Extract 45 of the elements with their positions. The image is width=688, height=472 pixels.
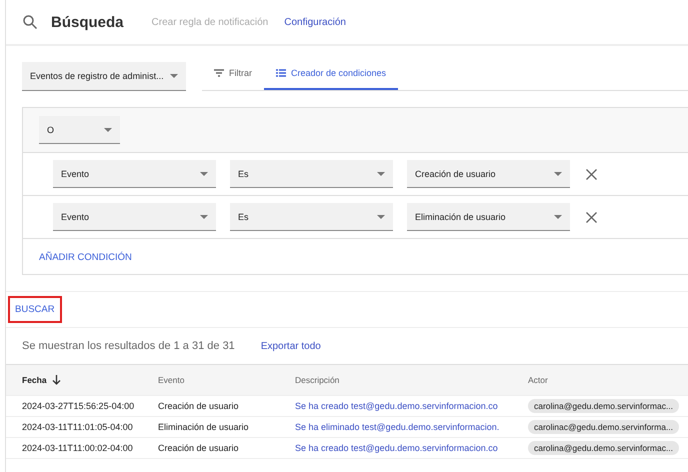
close-icon [586, 168, 597, 180]
description-link[interactable]: Se ha creado test@gedu.demo.servinformacion.co [295, 443, 498, 453]
table-cell: 2024-03-11T11:01:05-04:00 [22, 422, 133, 432]
add-condition-button[interactable]: AÑADIR CONDICIÓN [39, 249, 132, 266]
condition-dropdown[interactable]: Creación de usuario [407, 160, 570, 188]
header-link[interactable]: Configuración [284, 16, 346, 28]
column-header: Actor [528, 375, 548, 385]
dropdown-caret-icon [104, 128, 112, 132]
table-cell: Creación de usuario [158, 443, 239, 453]
table-cell: 2024-03-11T11:00:02-04:00 [22, 443, 133, 453]
export-link[interactable]: Exportar todo [260, 340, 321, 352]
actor-chip[interactable]: carolina@gedu.demo.servinformac... [528, 441, 680, 455]
search-icon [23, 15, 37, 29]
tab[interactable]: Creador de condiciones [264, 62, 398, 90]
dropdown-caret-icon [377, 214, 385, 218]
search-button[interactable]: BUSCAR [10, 298, 60, 321]
condition-dropdown[interactable]: Es [230, 203, 393, 231]
actor-chip[interactable]: carolinac@gedu.demo.servinforma... [528, 420, 680, 434]
dropdown-caret-icon [554, 214, 562, 218]
filter-icon [214, 69, 224, 77]
condition-dropdown[interactable]: Es [230, 160, 393, 188]
description-link[interactable]: Se ha eliminado test@gedu.demo.servinformacion. [295, 422, 500, 432]
dropdown-caret-icon [554, 172, 562, 176]
description-link[interactable]: Se ha creado test@gedu.demo.servinformacion.co [295, 401, 498, 411]
dropdown-caret-icon [200, 172, 208, 176]
table-cell: Creación de usuario [158, 401, 239, 411]
operator-dropdown[interactable]: O [39, 116, 120, 144]
list-icon [276, 69, 286, 77]
table-cell: Eliminación de usuario [158, 422, 249, 432]
column-header[interactable]: Fecha [22, 375, 47, 385]
dropdown-caret-icon [170, 74, 178, 78]
condition-dropdown[interactable]: Evento [53, 203, 216, 231]
column-header: Descripción [295, 375, 340, 385]
condition-dropdown[interactable]: Evento [53, 160, 216, 188]
page-title: Búsqueda [51, 14, 124, 30]
condition-dropdown[interactable]: Eliminación de usuario [407, 203, 570, 231]
table-cell: 2024-03-27T15:56:25-04:00 [22, 401, 134, 411]
actor-chip[interactable]: carolina@gedu.demo.servinformac... [528, 399, 680, 413]
results-summary: Se muestran los resultados de 1 a 31 de 31 [22, 340, 235, 352]
close-icon [586, 212, 597, 222]
dropdown-caret-icon [377, 172, 385, 176]
column-header: Evento [158, 375, 184, 385]
source-dropdown[interactable]: Eventos de registro de administ... [22, 62, 186, 91]
tab[interactable]: Filtrar [202, 62, 264, 90]
dropdown-caret-icon [200, 214, 208, 218]
